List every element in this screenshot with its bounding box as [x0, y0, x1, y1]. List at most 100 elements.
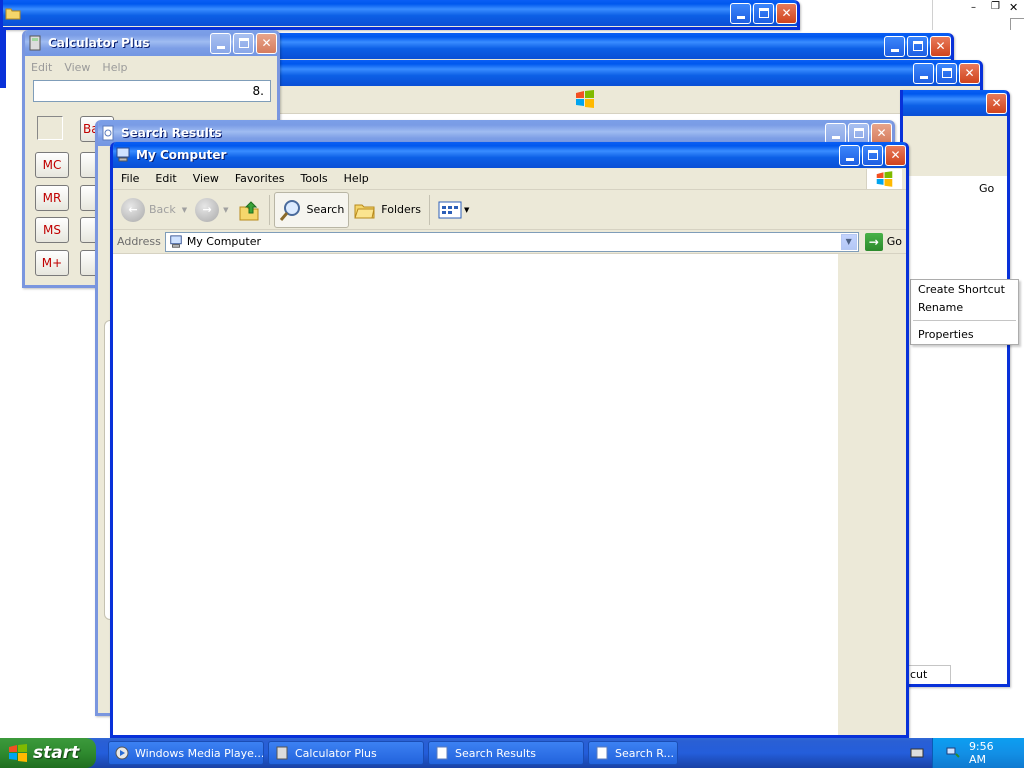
windows-logo-icon	[576, 90, 594, 108]
task-search-results[interactable]: Search Results	[428, 741, 584, 765]
close-button[interactable]: ✕	[885, 144, 906, 166]
address-field[interactable]: My Computer ▼	[164, 231, 859, 252]
minimize-button[interactable]	[825, 122, 846, 144]
menu-edit[interactable]: Edit	[147, 172, 184, 185]
address-label: Address	[117, 235, 161, 248]
go-arrow-icon: →	[864, 232, 883, 251]
minimize-button[interactable]	[913, 62, 934, 84]
calculator-titlebar[interactable]: Calculator Plus ✕	[25, 30, 277, 56]
search-button[interactable]: Search	[273, 191, 350, 228]
calculator-menubar: Edit View Help	[25, 56, 277, 78]
minimize-button[interactable]	[884, 35, 905, 57]
views-button[interactable]: ▼	[434, 192, 473, 228]
maximize-button[interactable]	[753, 2, 774, 24]
my-computer-window[interactable]: My Computer ✕ File Edit View Favorites T…	[110, 142, 909, 738]
maximize-button[interactable]	[848, 122, 869, 144]
minimize-button[interactable]	[839, 144, 860, 166]
back-button[interactable]: ← Back ▼	[117, 192, 191, 228]
folder-icon	[5, 8, 21, 20]
search-results-title: Search Results	[121, 126, 222, 140]
clock[interactable]: 9:56 AM	[969, 740, 1014, 766]
windows-logo-icon	[866, 169, 902, 189]
menu-tools[interactable]: Tools	[293, 172, 336, 185]
menu-view[interactable]: View	[185, 172, 227, 185]
calculator-menu-edit[interactable]: Edit	[25, 61, 58, 74]
calculator-menu-view[interactable]: View	[58, 61, 96, 74]
background-window-4-titlebar[interactable]: ✕	[903, 90, 1007, 116]
start-button[interactable]: start	[0, 738, 96, 768]
calculator-icon	[29, 35, 41, 51]
calc-mc-button[interactable]: MC	[35, 152, 69, 178]
search-document-icon	[102, 125, 114, 141]
task-calculator-plus[interactable]: Calculator Plus	[268, 741, 424, 765]
toolbar-separator	[429, 194, 431, 225]
maximize-button[interactable]	[907, 35, 928, 57]
context-menu: Create Shortcut Rename Properties	[910, 279, 1019, 345]
my-computer-titlebar[interactable]: My Computer ✕	[113, 142, 906, 168]
go-button[interactable]: → Go	[864, 232, 902, 251]
up-folder-button[interactable]	[233, 192, 265, 228]
task-search-results-2[interactable]: Search R...	[588, 741, 678, 765]
background-window-4-toolbar	[903, 116, 1007, 176]
background-window-4[interactable]: ✕ Go cut	[900, 90, 1010, 687]
close-button[interactable]: ✕	[930, 35, 951, 57]
background-window-4-panel: cut	[907, 665, 951, 684]
up-folder-icon	[239, 200, 258, 220]
maximize-button[interactable]	[936, 62, 957, 84]
menu-help[interactable]: Help	[336, 172, 377, 185]
minimize-button[interactable]	[210, 32, 231, 54]
views-dropdown-icon[interactable]: ▼	[464, 206, 469, 214]
background-window-1-left-edge	[0, 30, 6, 88]
calculator-title: Calculator Plus	[48, 36, 150, 50]
background-window-3-toolbar	[273, 86, 980, 114]
system-tray: 9:56 AM	[932, 738, 1024, 768]
forward-button[interactable]: → ▼	[191, 192, 232, 228]
context-menu-properties[interactable]: Properties	[911, 325, 1018, 343]
address-bar: Address My Computer ▼ → Go	[113, 230, 906, 254]
context-menu-rename[interactable]: Rename	[911, 298, 1018, 316]
calc-ms-button[interactable]: MS	[35, 217, 69, 243]
calculator-memory-indicator	[37, 116, 63, 140]
bg-scroll-edge	[1010, 18, 1024, 30]
context-menu-create-shortcut[interactable]: Create Shortcut	[911, 280, 1018, 298]
background-window-2[interactable]: ✕	[270, 33, 954, 63]
calc-mr-button[interactable]: MR	[35, 185, 69, 211]
folders-icon	[354, 204, 375, 218]
close-button[interactable]: ✕	[871, 122, 892, 144]
back-dropdown-icon[interactable]: ▼	[182, 206, 187, 214]
minimize-button[interactable]	[730, 2, 751, 24]
close-button[interactable]: ✕	[256, 32, 277, 54]
address-dropdown-icon[interactable]: ▼	[840, 233, 857, 250]
forward-dropdown-icon[interactable]: ▼	[223, 206, 228, 214]
context-menu-separator	[913, 320, 1016, 321]
content-area[interactable]	[113, 254, 906, 735]
bg-minimize-icon[interactable]: –	[971, 2, 976, 13]
calculator-display: 8.	[33, 80, 271, 102]
toolbar: ← Back ▼ → ▼ Search Folders ▼	[113, 190, 906, 230]
close-button[interactable]: ✕	[959, 62, 980, 84]
menu-file[interactable]: File	[113, 172, 147, 185]
keyboard-icon[interactable]	[910, 747, 924, 759]
background-window-1-titlebar[interactable]: ✕	[3, 0, 797, 26]
background-window-4-address: Go	[979, 182, 995, 195]
maximize-button[interactable]	[862, 144, 883, 166]
menu-favorites[interactable]: Favorites	[227, 172, 293, 185]
close-button[interactable]: ✕	[776, 2, 797, 24]
back-arrow-icon: ←	[121, 197, 145, 222]
windows-flag-icon	[9, 744, 27, 762]
background-window-3-titlebar[interactable]: ✕	[273, 60, 980, 86]
context-fragment-text[interactable]: cut	[910, 668, 927, 681]
calculator-icon	[276, 746, 288, 760]
task-windows-media-player[interactable]: Windows Media Playe...	[108, 741, 264, 765]
background-window-2-titlebar[interactable]: ✕	[273, 33, 951, 59]
background-window-1[interactable]: ✕	[0, 0, 800, 30]
media-player-icon	[115, 746, 129, 760]
calc-mplus-button[interactable]: M+	[35, 250, 69, 276]
my-computer-title: My Computer	[136, 148, 227, 162]
calculator-menu-help[interactable]: Help	[96, 61, 133, 74]
bg-restore-icon[interactable]: ❐	[991, 1, 1000, 12]
bg-close-icon[interactable]: ✕	[1009, 1, 1018, 14]
folders-button[interactable]: Folders	[349, 192, 425, 228]
network-icon[interactable]	[945, 745, 961, 761]
close-button[interactable]: ✕	[986, 92, 1007, 114]
